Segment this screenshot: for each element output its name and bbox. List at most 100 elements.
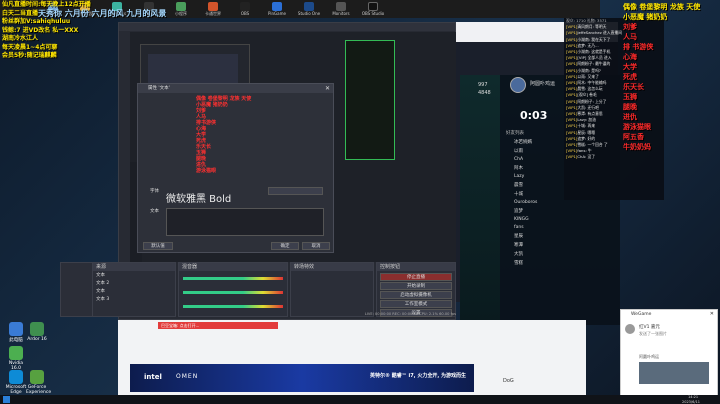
friend-item[interactable]: fans: [506, 223, 566, 231]
dialog-close-icon[interactable]: ✕: [325, 85, 330, 92]
chat-vip-badge: [VIP1]: [566, 142, 578, 148]
chat-message-text: 星辰: 嗯嗯: [577, 129, 596, 135]
font-label: 字体: [150, 189, 159, 194]
desktop-icon-geforce[interactable]: GeForce Experience: [26, 370, 51, 395]
friend-item[interactable]: 追梦: [506, 206, 566, 215]
chat-vip-badge: [VIP1]: [566, 73, 578, 79]
text-field[interactable]: [166, 208, 324, 236]
desktop-icon-this-pc[interactable]: 此电脑: [5, 322, 27, 343]
comment-user[interactable]: DoG: [503, 378, 514, 384]
ok-button[interactable]: 确定: [271, 242, 299, 250]
chat-vip-badge: [VIP1]: [566, 129, 578, 135]
popup-title: WeGame: [631, 312, 652, 317]
app-studio-one[interactable]: Studio One: [296, 2, 322, 16]
sources-panel: 来源 文本 文本 2 文本 文本 3: [92, 262, 176, 317]
chat-vip-badge: [VIP1]: [566, 55, 578, 61]
app-miniprogram[interactable]: 小程序: [168, 1, 194, 17]
studio-mode-button[interactable]: 工作室模式: [380, 300, 452, 308]
chat-vip-badge: [VIP1]: [566, 86, 578, 92]
font-value[interactable]: 微软雅黑 Bold: [166, 190, 231, 205]
transitions-panel: 转场特效: [290, 262, 374, 317]
web-red-banner[interactable]: 巴豆宝箱: 点击打开...: [158, 322, 278, 329]
app-pingame[interactable]: PinGame: [264, 2, 290, 16]
chat-message-text: ChA: 没了: [577, 154, 596, 160]
stop-stream-button[interactable]: 停止直播: [380, 273, 452, 281]
ad-brand: intel: [144, 373, 162, 381]
desktop-icon-edge[interactable]: Microsoft Edge: [5, 370, 27, 395]
popup-close-icon[interactable]: ✕: [710, 311, 714, 317]
popup-sub: 阿圆卟鸡运: [639, 354, 659, 359]
friend-item[interactable]: 大凯: [506, 249, 566, 258]
overlay-banner: 天秀你 六月份 六月的风 九月的风景: [38, 9, 167, 18]
chat-vip-badge: [VIP1]: [566, 123, 578, 129]
start-recording-button[interactable]: 开始录制: [380, 282, 452, 290]
chat-vip-badge: [VIP1]: [566, 67, 578, 73]
friend-item[interactable]: 星辰: [506, 231, 566, 240]
mixer-meter: [183, 277, 283, 280]
app-cartoon[interactable]: 卡通世界: [200, 1, 226, 17]
friend-item[interactable]: KINGG: [506, 215, 566, 223]
chat-vip-badge: [VIP1]: [566, 30, 578, 36]
app-obs-studio[interactable]: OBS Studio: [360, 2, 386, 16]
cancel-button[interactable]: 取消: [302, 242, 330, 250]
chat-vip-badge: [VIP1]: [566, 104, 578, 110]
chat-message-text: [观众] 卷毛: [577, 92, 597, 98]
source-item[interactable]: 文本 2: [93, 279, 175, 287]
ad-text: 英特尔® 酷睿™ i7, 火力全开, 为游戏而生: [370, 373, 466, 379]
friend-item[interactable]: 雪糕: [506, 258, 566, 267]
font-select-button[interactable]: [268, 187, 323, 195]
chat-message-text: 阿朗粉子: 最牛逼的: [577, 61, 611, 67]
start-icon[interactable]: [3, 396, 10, 403]
chat-message-text: 小湖南: 我在天下了: [577, 36, 611, 42]
virtual-camera-button[interactable]: 启动虚拟摄像机: [380, 291, 452, 299]
source-item[interactable]: 文本: [93, 287, 175, 295]
chat-message-text: JeffeSanchez 进入直播间: [577, 30, 622, 36]
friend-item[interactable]: Lazy: [506, 172, 566, 180]
chat-message: [VIP1]ChA: 没了: [564, 154, 664, 160]
desktop-icon-ardor[interactable]: Ardor 16: [26, 322, 48, 342]
score-b: 4848: [478, 90, 491, 96]
friend-item[interactable]: 寒潭: [506, 240, 566, 249]
friend-item[interactable]: 阿木: [506, 163, 566, 172]
friend-item[interactable]: 十城: [506, 189, 566, 198]
chat-vip-badge: [VIP1]: [566, 117, 578, 123]
friends-header: 好友列表: [506, 131, 524, 136]
desktop-icon-nvidia[interactable]: Nvidia 16.0: [5, 346, 27, 371]
chat-vip-badge: [VIP1]: [566, 49, 578, 55]
obs-menubar: [119, 23, 455, 31]
friend-item[interactable]: 晨雪: [506, 180, 566, 189]
friend-item[interactable]: ChA: [506, 155, 566, 163]
chat-vip-badge: [VIP1]: [566, 92, 578, 98]
preview-red-text-box: [370, 44, 410, 144]
mixer-panel: 混音器: [178, 262, 288, 317]
app-monitors[interactable]: Monitors: [328, 2, 354, 16]
friends-list: 冰若婉嫣 以雨 ChA 阿木 Lazy 晨雪 十城 Ouroboros 追梦 K…: [506, 137, 566, 267]
text-properties-dialog: 属性 '文本' ✕ 偶像 卷堡黎明 龙族 天使 小恶魔 猪奶奶 刘爹 人马 排书…: [137, 83, 334, 253]
source-item[interactable]: 文本: [93, 271, 175, 279]
intel-ad-banner[interactable]: intel OMEN 英特尔® 酷睿™ i7, 火力全开, 为游戏而生: [130, 364, 474, 392]
chat-message-text: 大凯: 还行吧: [577, 104, 599, 110]
mixer-header: 混音器: [179, 263, 287, 271]
chat-vip-badge: [VIP1]: [566, 42, 578, 48]
chat-message-text: 追梦: 无乃...: [577, 42, 599, 48]
chat-message-text: 清风朗月: 等明天: [577, 24, 607, 30]
chat-message-text: 十城: 再来: [577, 123, 596, 129]
chat-message-text: 寒潭: 有点意思: [577, 111, 603, 117]
friend-item[interactable]: 以雨: [506, 146, 566, 155]
defaults-button[interactable]: 默认值: [143, 242, 173, 250]
chat-message-text: 小湖南: 是吗?: [577, 67, 601, 73]
app-obs-2[interactable]: OBS: [232, 2, 258, 16]
dialog-title: 属性 '文本': [138, 84, 333, 93]
sources-header: 来源: [93, 263, 175, 271]
friend-item[interactable]: 冰若婉嫣: [506, 137, 566, 146]
transitions-header: 转场特效: [291, 263, 373, 271]
chat-message-text: 阿木: 中午能输吗: [577, 80, 607, 86]
player-avatar[interactable]: [510, 77, 526, 93]
source-item[interactable]: 文本 3: [93, 295, 175, 303]
match-timer: 0:03: [520, 109, 548, 122]
friend-item[interactable]: Ouroboros: [506, 198, 566, 206]
chat-message-text: 雪糕: 一个回合 了: [577, 142, 608, 148]
popup-message: 发送了一张图片: [639, 331, 667, 336]
obs-status-bar: LIVE: 00:00:00 REC: 00:00:00 CPU: 2.1% 6…: [364, 312, 456, 316]
chat-message-text: [VIP] 全部人员 进入: [577, 55, 612, 61]
